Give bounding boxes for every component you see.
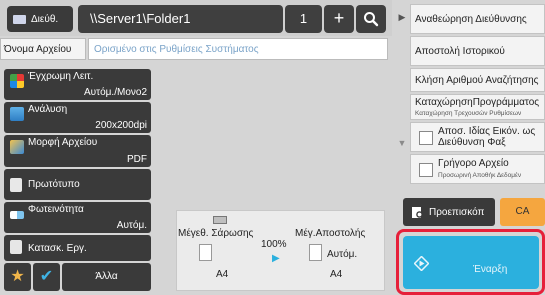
- quick-file-option[interactable]: Γρήγορο Αρχείο Προσωρινή Αποθήκ Δεδομέν: [410, 154, 545, 184]
- preview-icon: [412, 206, 423, 218]
- store-program-sub: Καταχώρηση Τρεχουσών Ρυθμίσεων: [415, 110, 522, 117]
- original-icon: [10, 178, 22, 192]
- file-format-button[interactable]: Μορφή Αρχείου PDF: [4, 135, 151, 167]
- address-review-label: Αναθεώρηση Διεύθυνσης: [415, 14, 527, 25]
- scanner-icon: [213, 216, 227, 224]
- exposure-label: Φωτεινότητα: [28, 204, 84, 215]
- clear-all-button[interactable]: CA: [500, 198, 545, 226]
- star-icon: ★: [10, 268, 25, 285]
- file-format-value: PDF: [127, 154, 147, 165]
- address-input[interactable]: \\Server1\Folder1: [78, 5, 283, 33]
- file-format-icon: [10, 140, 24, 154]
- store-program-button[interactable]: ΚαταχώρησηΠρογράμματος Καταχώρηση Τρεχου…: [410, 94, 545, 120]
- color-mode-value: Αυτόμ./Μονο2: [84, 87, 147, 98]
- original-button[interactable]: Πρωτότυπο: [4, 169, 151, 200]
- favorite-button[interactable]: ★: [4, 263, 31, 291]
- job-build-icon: [10, 240, 22, 254]
- store-program-label: ΚαταχώρησηΠρογράμματος: [415, 97, 540, 108]
- scan-preview-panel[interactable]: Μέγεθ. Σάρωσης A4 100% ▶ Μέγ.Αποστολής Α…: [176, 210, 385, 291]
- filename-input[interactable]: Ορισμένο στις Ρυθμίσεις Συστήματος: [88, 38, 388, 60]
- exposure-value: Αυτόμ.: [116, 220, 147, 231]
- color-mode-button[interactable]: Έγχρωμη Λειτ. Αυτόμ./Μονο2: [4, 69, 151, 100]
- preview-button[interactable]: Προεπισκόπ: [403, 198, 495, 226]
- original-label: Πρωτότυπο: [28, 179, 80, 190]
- scroll-down-icon[interactable]: ▼: [395, 138, 409, 152]
- resolution-value: 200x200dpi: [95, 120, 147, 131]
- send-history-label: Αποστολή Ιστορικού: [415, 46, 505, 57]
- scan-size-value: A4: [216, 269, 229, 280]
- address-book-button[interactable]: Διεύθ.: [7, 6, 73, 32]
- send-size-label: Μέγ.Αποστολής: [295, 228, 366, 239]
- call-search-number-button[interactable]: Κλήση Αριθμού Αναζήτησης: [410, 68, 545, 92]
- resolution-icon: [10, 107, 24, 121]
- keyboard-icon: [13, 14, 26, 24]
- exposure-icon: [10, 211, 24, 219]
- preview-label: Προεπισκόπ: [429, 206, 485, 218]
- ratio-value: 100%: [261, 239, 287, 250]
- panel-collapse-icon[interactable]: ▶: [395, 6, 409, 28]
- file-format-label: Μορφή Αρχείου: [28, 137, 98, 148]
- filename-label: Όνομα Αρχείου: [0, 38, 86, 60]
- add-address-button[interactable]: +: [324, 5, 354, 33]
- checkmark-icon: ✔: [39, 268, 54, 285]
- resolution-button[interactable]: Ανάλυση 200x200dpi: [4, 102, 151, 133]
- search-button[interactable]: [356, 5, 386, 33]
- start-label: Έναρξη: [473, 264, 508, 275]
- start-button[interactable]: Έναρξη: [403, 236, 539, 289]
- quick-file-sub: Προσωρινή Αποθήκ Δεδομέν: [438, 172, 522, 179]
- send-size-value: A4: [330, 269, 343, 280]
- job-build-button[interactable]: Κατασκ. Εργ.: [4, 235, 151, 261]
- exposure-button[interactable]: Φωτεινότητα Αυτόμ.: [4, 202, 151, 233]
- send-document-icon: [309, 244, 322, 261]
- checkbox-icon[interactable]: [419, 131, 433, 145]
- send-history-button[interactable]: Αποστολή Ιστορικού: [410, 36, 545, 66]
- send-same-image-option[interactable]: Αποσ. Ιδίας Εικόν. ως Διεύθυνση Φαξ: [410, 122, 545, 152]
- search-icon: [364, 12, 379, 27]
- arrow-right-icon: ▶: [272, 253, 280, 264]
- send-same-image-label: Αποσ. Ιδίας Εικόν. ως Διεύθυνση Φαξ: [438, 126, 536, 148]
- job-build-label: Κατασκ. Εργ.: [28, 242, 87, 254]
- resolution-label: Ανάλυση: [28, 104, 68, 115]
- scan-document-icon: [199, 244, 212, 261]
- checkbox-icon[interactable]: [419, 163, 433, 177]
- color-mode-label: Έγχρωμη Λειτ.: [28, 71, 94, 82]
- quick-file-label: Γρήγορο Αρχείο: [438, 158, 509, 169]
- start-icon: [414, 256, 429, 271]
- other-button[interactable]: Άλλα: [62, 263, 151, 291]
- address-count: 1: [285, 5, 322, 33]
- color-mode-icon: [10, 74, 24, 88]
- send-size-mode: Αυτόμ.: [327, 249, 358, 260]
- scan-size-label: Μέγεθ. Σάρωσης: [178, 228, 254, 239]
- check-button[interactable]: ✔: [33, 263, 60, 291]
- address-book-label: Διεύθ.: [31, 13, 59, 25]
- address-review-button[interactable]: Αναθεώρηση Διεύθυνσης: [410, 4, 545, 34]
- call-search-number-label: Κλήση Αριθμού Αναζήτησης: [415, 75, 539, 86]
